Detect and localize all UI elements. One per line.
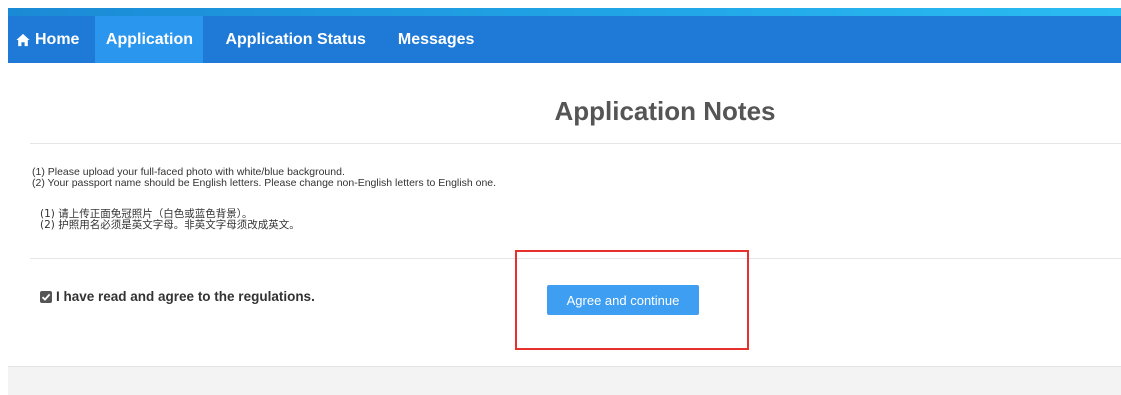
- agree-checkbox-label: I have read and agree to the regulations…: [56, 289, 315, 304]
- divider-middle: [30, 258, 1121, 259]
- footer-bar: [8, 366, 1121, 395]
- agree-checkbox[interactable]: [40, 290, 52, 303]
- nav-application-status[interactable]: Application Status: [203, 16, 379, 63]
- nav-messages-label: Messages: [397, 30, 475, 48]
- note-cn-2: (2) 护照用名必须是英文字母。非英文字母须改成英文。: [40, 219, 300, 231]
- main-navbar: Home Application Application Status Mess…: [8, 16, 1121, 63]
- nav-application-status-label: Application Status: [225, 30, 366, 48]
- nav-home[interactable]: Home: [8, 16, 95, 63]
- divider-top: [30, 143, 1121, 144]
- nav-application[interactable]: Application: [95, 16, 204, 63]
- notes-chinese: (1) 请上传正面免冠照片（白色或蓝色背景）。 (2) 护照用名必须是英文字母。…: [40, 209, 300, 231]
- nav-messages[interactable]: Messages: [380, 16, 490, 63]
- page-title: Application Notes: [554, 96, 776, 126]
- home-icon: [16, 33, 30, 46]
- note-en-2: (2) Your passport name should be English…: [32, 177, 497, 189]
- agree-continue-button[interactable]: Agree and continue: [547, 285, 699, 315]
- nav-home-label: Home: [35, 30, 80, 48]
- nav-application-label: Application: [105, 30, 193, 48]
- check-icon: [41, 293, 51, 301]
- top-accent-strip: [0, 0, 1121, 16]
- top-accent-bar: [8, 8, 1121, 16]
- notes-english: (1) Please upload your full-faced photo …: [32, 167, 496, 189]
- agree-checkbox-row[interactable]: I have read and agree to the regulations…: [40, 289, 315, 304]
